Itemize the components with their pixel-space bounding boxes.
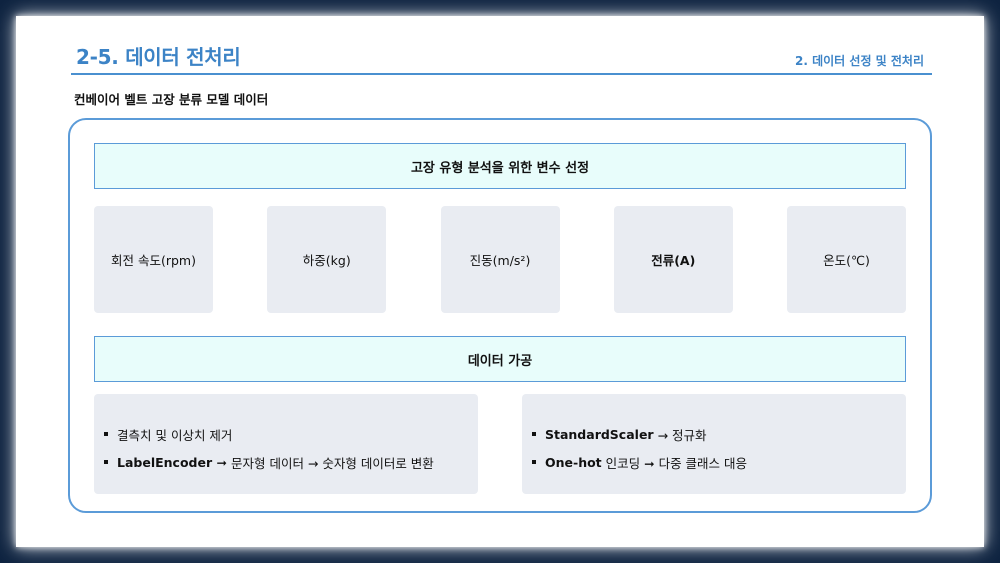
item-text: 결측치 및 이상치 제거 [117,427,233,443]
header-divider [71,73,932,75]
variable-card-rotation-speed: 회전 속도(rpm) [94,206,213,313]
section-label: 2. 데이터 선정 및 전처리 [795,54,924,68]
item-strong: StandardScaler [545,426,654,442]
item-text: → 정규화 [657,427,707,443]
subtitle: 컨베이어 벨트 고장 분류 모델 데이터 [74,92,269,107]
list-item: One-hot 인코딩 ➞ 다중 클래스 대응 [532,448,906,476]
variable-card-load: 하중(kg) [267,206,387,313]
bullet-icon [104,460,108,464]
item-strong: One-hot [545,454,602,470]
item-text: 인코딩 ➞ 다중 클래스 대응 [605,455,748,471]
slide: 2-5. 데이터 전처리 2. 데이터 선정 및 전처리 컨베이어 벨트 고장 … [16,16,984,547]
variable-card-temperature: 온도(℃) [787,206,906,313]
list-item: LabelEncoder ➞ 문자형 데이터 → 숫자형 데이터로 변환 [104,448,478,476]
variable-card-vibration: 진동(m/s²) [440,206,560,313]
item-strong: LabelEncoder ➞ [117,454,227,470]
variable-cards: 회전 속도(rpm) 하중(kg) 진동(m/s²) 전류(A) 온도(℃) [94,206,906,313]
list-item: 결측치 및 이상치 제거 [104,420,478,448]
page-title: 2-5. 데이터 전처리 [76,45,241,69]
variable-selection-banner: 고장 유형 분석을 위한 변수 선정 [94,143,906,189]
item-text: 문자형 데이터 → 숫자형 데이터로 변환 [230,455,434,471]
list-item: StandardScaler → 정규화 [532,420,906,448]
bullet-icon [532,460,536,464]
bullet-icon [532,432,536,436]
processing-card-left: 결측치 및 이상치 제거 LabelEncoder ➞ 문자형 데이터 → 숫자… [94,394,478,494]
processing-card-right: StandardScaler → 정규화 One-hot 인코딩 ➞ 다중 클래… [522,394,906,494]
variable-card-current: 전류(A) [613,206,733,313]
data-processing-banner: 데이터 가공 [94,336,906,382]
bullet-icon [104,432,108,436]
